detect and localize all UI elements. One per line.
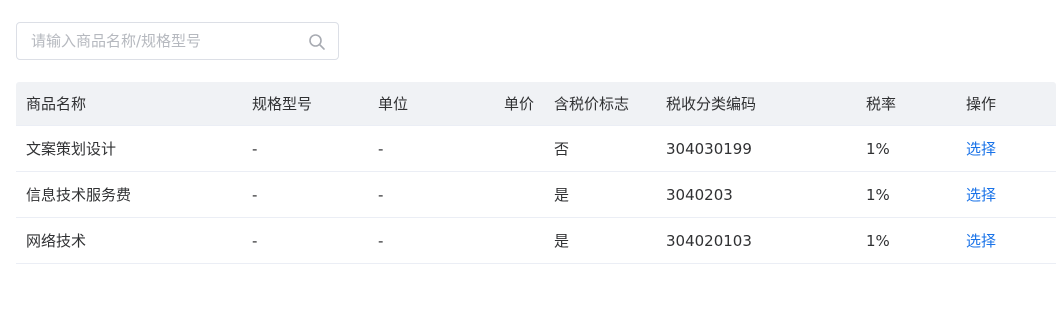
search-input[interactable]	[17, 23, 307, 59]
select-link[interactable]: 选择	[966, 172, 996, 217]
cell-tax-code: 304030199	[666, 139, 752, 158]
column-header-tax-code: 税收分类编码	[666, 95, 757, 113]
column-header-action: 操作	[966, 95, 997, 113]
cell-name: 文案策划设计	[26, 140, 117, 158]
table-header: 商品名称 规格型号 单位 单价 含税价标志 税收分类编码 税率 操作	[16, 82, 1056, 126]
table-row: 网络技术 - - 是 304020103 1% 选择	[16, 218, 1056, 264]
product-table: 商品名称 规格型号 单位 单价 含税价标志 税收分类编码 税率 操作 文案策划设…	[16, 82, 1056, 264]
table-row: 信息技术服务费 - - 是 3040203 1% 选择	[16, 172, 1056, 218]
cell-unit: -	[378, 139, 384, 158]
select-link[interactable]: 选择	[966, 218, 996, 263]
column-header-tax-rate: 税率	[866, 95, 897, 113]
cell-tax-rate: 1%	[866, 139, 890, 158]
search-icon[interactable]	[308, 33, 326, 51]
table-row: 文案策划设计 - - 否 304030199 1% 选择	[16, 126, 1056, 172]
cell-tax-included: 是	[554, 232, 570, 250]
cell-spec: -	[252, 185, 258, 204]
column-header-spec: 规格型号	[252, 95, 313, 113]
cell-spec: -	[252, 139, 258, 158]
column-header-tax-included: 含税价标志	[554, 95, 630, 113]
search-box[interactable]	[16, 22, 339, 60]
cell-tax-rate: 1%	[866, 185, 890, 204]
cell-tax-included: 是	[554, 186, 570, 204]
cell-tax-code: 3040203	[666, 185, 733, 204]
cell-name: 网络技术	[26, 232, 87, 250]
cell-tax-included: 否	[554, 140, 570, 158]
cell-tax-code: 304020103	[666, 231, 752, 250]
column-header-price: 单价	[503, 95, 534, 113]
select-link[interactable]: 选择	[966, 126, 996, 171]
cell-tax-rate: 1%	[866, 231, 890, 250]
cell-name: 信息技术服务费	[26, 186, 132, 204]
cell-unit: -	[378, 185, 384, 204]
cell-unit: -	[378, 231, 384, 250]
cell-spec: -	[252, 231, 258, 250]
column-header-unit: 单位	[378, 95, 409, 113]
column-header-name: 商品名称	[26, 95, 87, 113]
